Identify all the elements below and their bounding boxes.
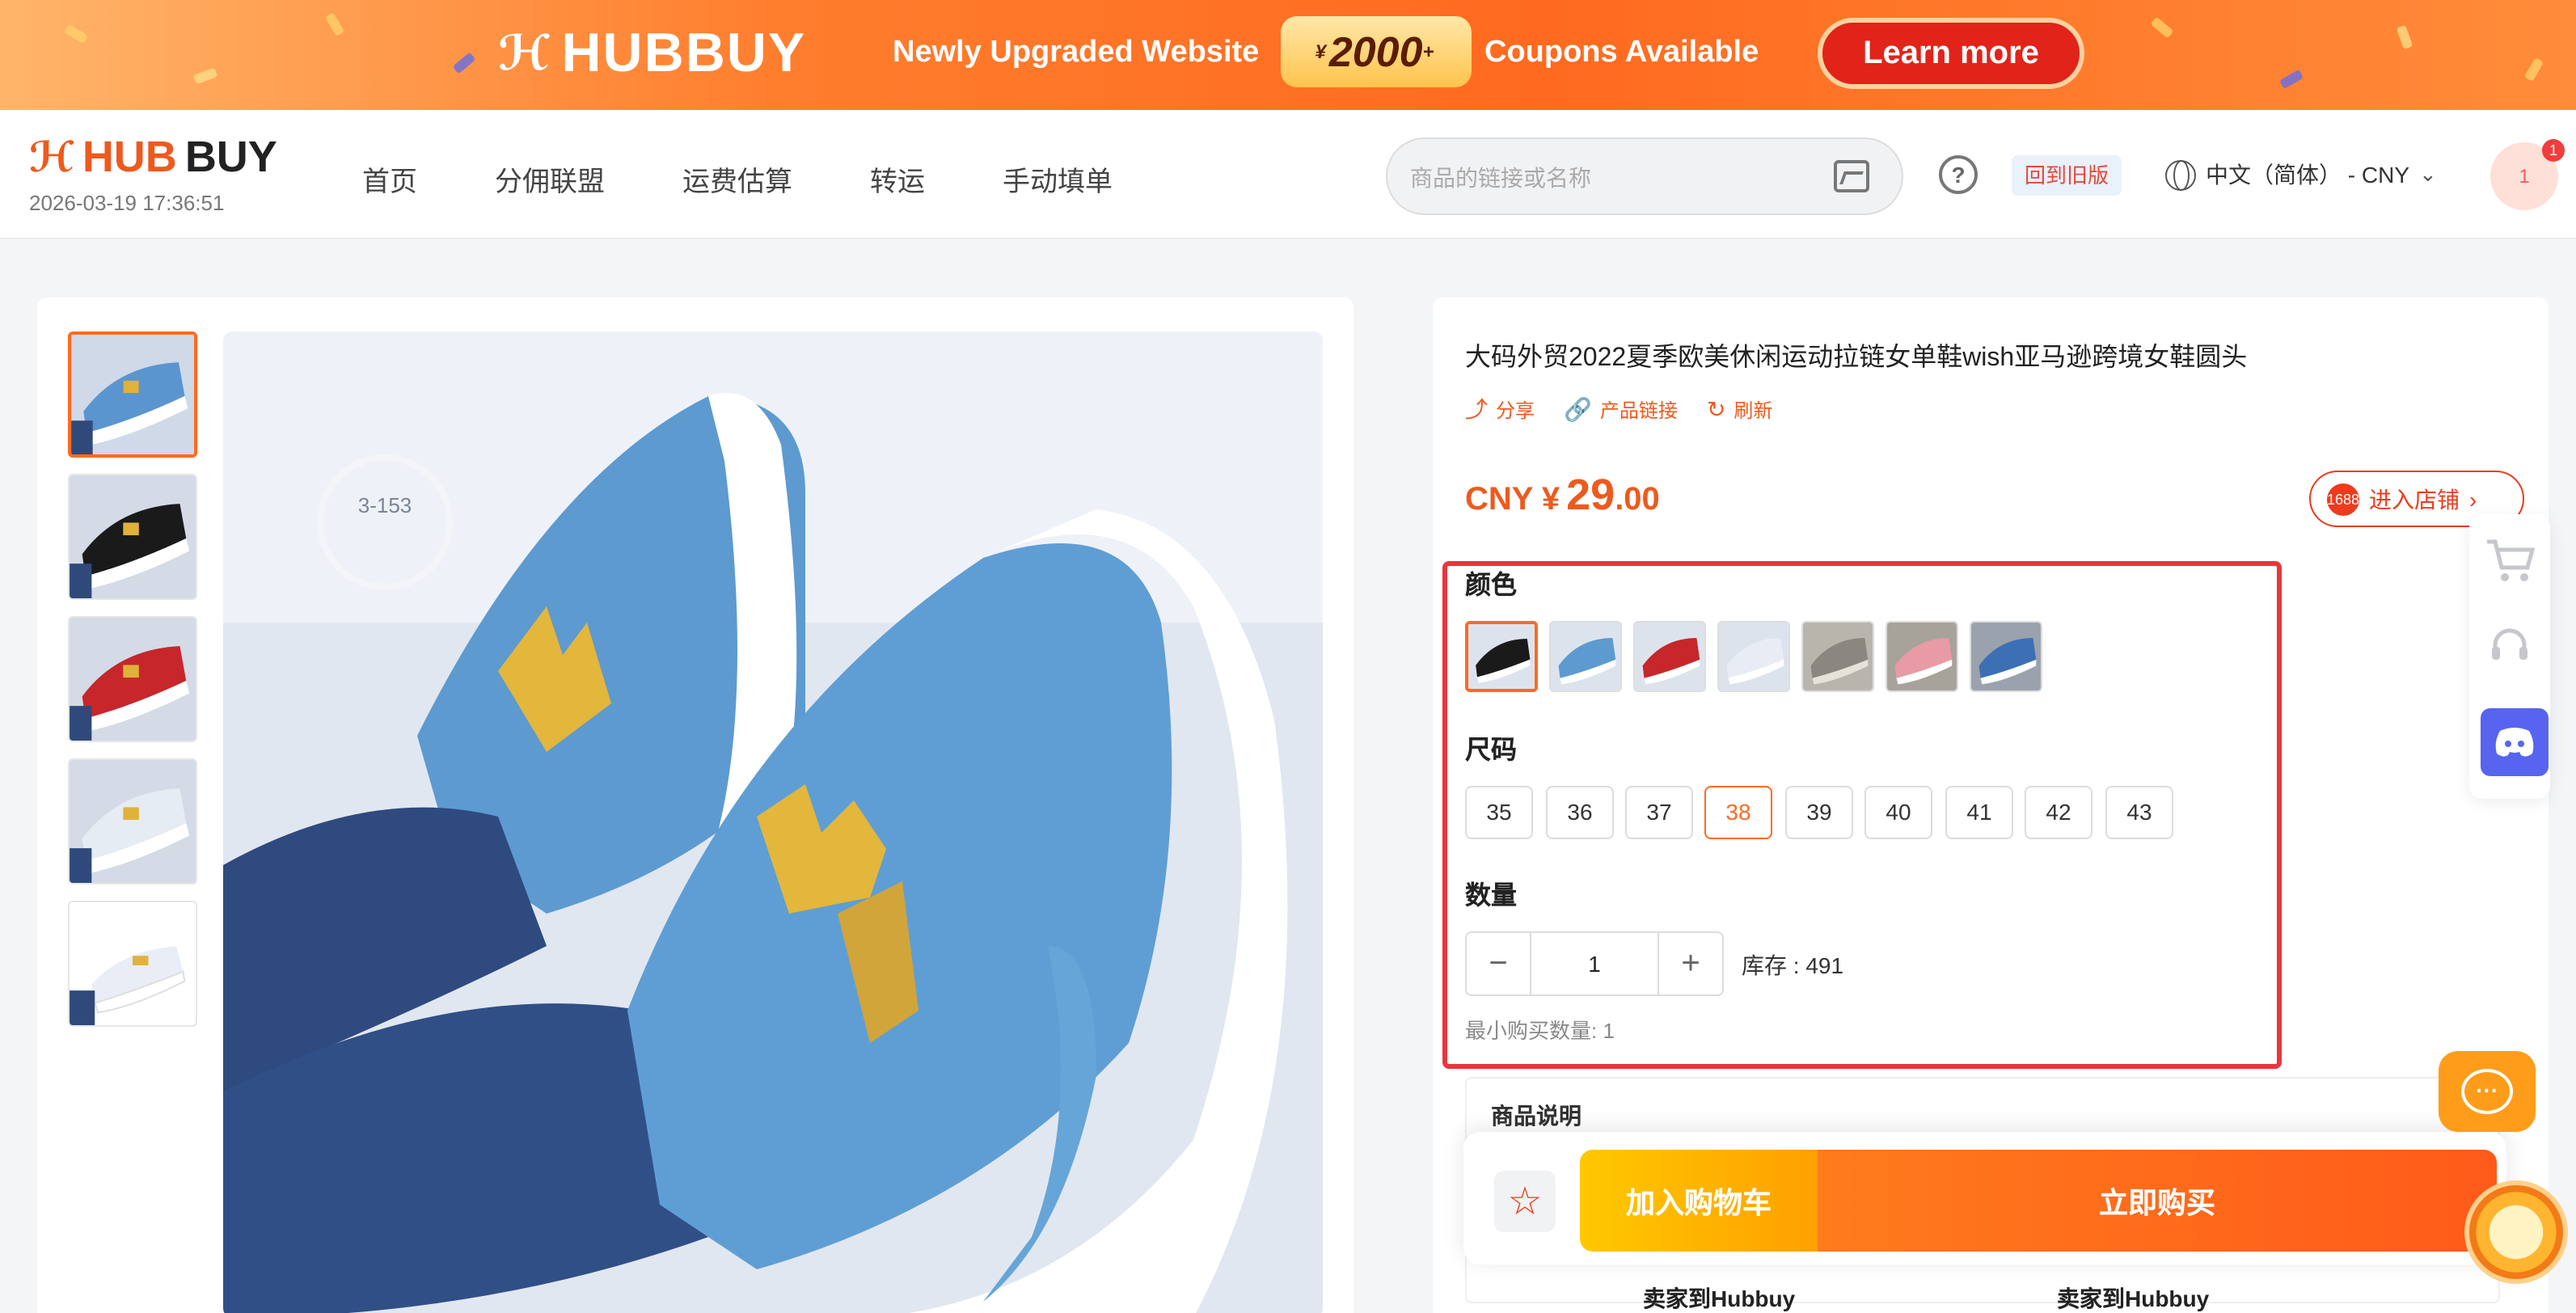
color-swatch[interactable] (1465, 621, 1538, 692)
cart-icon[interactable] (2484, 534, 2536, 585)
banner-subline: Coupons Available (1484, 36, 1759, 70)
image-search-icon[interactable] (1834, 160, 1869, 192)
coupon-amount: ¥2000 + (1281, 16, 1472, 87)
shipping-step-label: 卖家到Hubbuy (2057, 1286, 2210, 1311)
product-link-button[interactable]: 🔗 产品链接 (1564, 393, 1678, 425)
thumbnail[interactable] (68, 901, 197, 1027)
min-purchase-note: 最小购买数量: 1 (1465, 1019, 1615, 1043)
help-icon[interactable]: ? (1939, 155, 1978, 194)
link-icon: 🔗 (1564, 395, 1592, 421)
chevron-down-icon: ⌄ (2419, 162, 2437, 186)
thumbnail[interactable] (68, 331, 197, 458)
size-option[interactable]: 40 (1864, 786, 1932, 839)
add-to-cart-button[interactable]: 加入购物车 (1580, 1150, 1818, 1252)
watermark-label: 3-153 (358, 493, 412, 517)
color-swatch[interactable] (1801, 621, 1874, 692)
thumbnail[interactable] (68, 616, 197, 742)
refresh-button[interactable]: ↻ 刷新 (1707, 393, 1773, 425)
color-label: 颜色 (1465, 572, 1518, 600)
promo-banner[interactable]: ℋ HUBBUY Newly Upgraded Website ¥2000 + C… (0, 0, 2576, 110)
quantity-input[interactable]: 1 (1530, 933, 1659, 994)
top-header: ℋ HUB BUY 2026-03-19 17:36:51 首页 分佣联盟 运费估… (0, 110, 2576, 239)
shipping-step-label: 卖家到Hubbuy (1643, 1286, 1796, 1311)
description-title: 商品说明 (1491, 1103, 1581, 1129)
language-selector[interactable]: 中文（简体） - CNY ⌄ (2165, 158, 2437, 191)
size-option[interactable]: 39 (1785, 786, 1853, 839)
size-option[interactable]: 42 (2025, 786, 2092, 839)
size-option[interactable]: 35 (1465, 786, 1533, 839)
nav-home[interactable]: 首页 (362, 158, 417, 199)
refresh-icon: ↻ (1706, 395, 1726, 421)
chevron-right-icon: › (2469, 486, 2477, 512)
quantity-stepper: − 1 + (1465, 931, 1724, 996)
notification-badge: 1 (2542, 139, 2565, 162)
nav-affiliate[interactable]: 分佣联盟 (495, 158, 605, 199)
nav-shipping-estimate[interactable]: 运费估算 (682, 158, 792, 199)
discord-icon[interactable] (2481, 708, 2549, 776)
color-swatch[interactable] (1549, 621, 1622, 692)
buy-now-button[interactable]: 立即购买 (1818, 1150, 2497, 1252)
color-swatch[interactable] (1970, 621, 2042, 692)
quantity-label: 数量 (1465, 883, 1518, 910)
old-version-button[interactable]: 回到旧版 (2012, 155, 2122, 196)
nav-forwarding[interactable]: 转运 (870, 158, 925, 199)
size-option[interactable]: 43 (2105, 786, 2173, 839)
share-button[interactable]: ⤴ 分享 (1465, 393, 1535, 425)
nav-manual-order[interactable]: 手动填单 (1003, 158, 1113, 199)
chat-bubble-icon: ··· (2461, 1069, 2513, 1114)
size-option[interactable]: 36 (1546, 786, 1614, 839)
main-nav: 首页 分佣联盟 运费估算 转运 手动填单 (362, 158, 1190, 199)
main-product-image[interactable]: 3-153 (223, 331, 1323, 1313)
favorite-star-icon[interactable]: ☆ (1494, 1171, 1556, 1232)
search-box[interactable]: 商品的链接或名称 (1386, 137, 1903, 215)
product-title: 大码外贸2022夏季欧美休闲运动拉链女单鞋wish亚马逊跨境女鞋圆头 (1465, 344, 2248, 372)
hubbuy-logo-icon: ℋ (29, 133, 74, 181)
hubbuy-logo-icon: ℋ (498, 27, 552, 81)
banner-logo: ℋ HUBBUY (498, 23, 807, 84)
site-logo[interactable]: ℋ HUB BUY (29, 133, 277, 183)
product-price: CNY ¥29.00 (1465, 471, 1660, 519)
product-actions: ⤴ 分享 🔗 产品链接 ↻ 刷新 (1465, 393, 1772, 425)
current-datetime: 2026-03-19 17:36:51 (29, 191, 225, 215)
chat-button[interactable]: ··· (2439, 1051, 2536, 1132)
color-swatch[interactable] (1886, 621, 1958, 692)
store-1688-icon: 1688 (2327, 483, 2359, 515)
customer-service-icon[interactable] (2484, 621, 2536, 673)
search-input[interactable]: 商品的链接或名称 (1410, 162, 1591, 194)
share-icon: ⤴ (1465, 396, 1488, 422)
size-option[interactable]: 37 (1625, 786, 1693, 839)
size-option[interactable]: 41 (1945, 786, 2013, 839)
size-option-selected[interactable]: 38 (1704, 786, 1772, 839)
color-swatch[interactable] (1633, 621, 1706, 692)
increase-button[interactable]: + (1659, 933, 1722, 994)
color-swatch[interactable] (1717, 621, 1790, 692)
size-label: 尺码 (1465, 737, 1518, 765)
decrease-button[interactable]: − (1467, 933, 1530, 994)
globe-icon (2165, 159, 2196, 190)
thumbnail[interactable] (68, 758, 197, 884)
learn-more-button[interactable]: Learn more (1818, 18, 2084, 89)
lucky-wheel-icon[interactable] (2464, 1180, 2568, 1284)
banner-headline: Newly Upgraded Website (893, 36, 1260, 70)
thumbnail[interactable] (68, 474, 197, 600)
stock-count: 库存 : 491 (1742, 952, 1844, 978)
